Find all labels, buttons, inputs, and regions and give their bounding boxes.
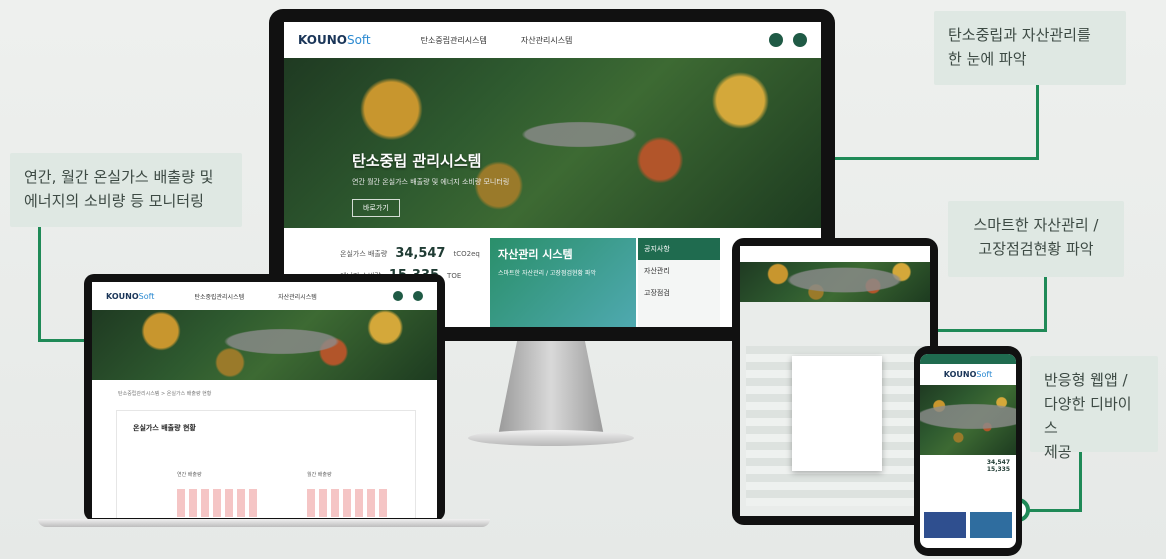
callout-text: 한 눈에 파악 xyxy=(948,50,1027,68)
tablet-nav xyxy=(740,246,930,262)
laptop-nav: KOUNOSoft 탄소중립관리시스템 자산관리시스템 xyxy=(92,282,437,310)
phone-screen: KOUNOSoft 34,547 15,335 xyxy=(920,354,1016,548)
nav-asset[interactable]: 자산관리시스템 xyxy=(278,292,317,301)
callout-text: 에너지의 소비량 등 모니터링 xyxy=(24,192,204,210)
connector-line xyxy=(1044,276,1047,332)
side-panel-item[interactable]: 자산관리 xyxy=(638,260,720,282)
hero-image: 탄소중립 관리시스템 연간 월간 온실가스 배출량 및 에너지 소비량 모니터링… xyxy=(284,58,821,228)
tablet-modal xyxy=(792,356,882,471)
logo: KOUNOSoft xyxy=(943,370,993,379)
stat-label: 온실가스 배출량 xyxy=(340,249,388,258)
callout-text: 다양한 디바이스 xyxy=(1044,395,1132,437)
user-icon[interactable] xyxy=(393,291,403,301)
tablet-hero xyxy=(740,262,930,302)
callout-text: 제공 xyxy=(1044,443,1072,461)
monitor-nav: KOUNOSoft 탄소중립관리시스템 자산관리시스템 xyxy=(284,22,821,58)
hero-title: 탄소중립 관리시스템 xyxy=(352,152,482,170)
chart-bars xyxy=(307,489,387,517)
monitor-stand xyxy=(498,341,604,436)
logo[interactable]: KOUNOSoft xyxy=(106,292,154,301)
connector-line xyxy=(1036,83,1039,159)
callout-text: 스마트한 자산관리 / xyxy=(973,216,1099,234)
tablet-screen xyxy=(740,246,930,516)
content-box: 온실가스 배출량 현황 연간 배출량 월간 배출량 xyxy=(116,410,416,518)
laptop-base xyxy=(38,519,490,527)
callout-bottom-right: 반응형 웹앱 / 다양한 디바이스 제공 xyxy=(1030,356,1158,461)
asset-card[interactable]: 자산관리 시스템 스마트한 자산관리 / 고장점검현황 파악 xyxy=(490,238,636,327)
callout-mid-right: 스마트한 자산관리 / 고장점검현황 파악 xyxy=(948,201,1124,277)
nav-asset[interactable]: 자산관리시스템 xyxy=(521,35,573,46)
asset-card-subtitle: 스마트한 자산관리 / 고장점검현황 파악 xyxy=(498,270,596,277)
settings-icon[interactable] xyxy=(413,291,423,301)
callout-left: 연간, 월간 온실가스 배출량 및 에너지의 소비량 등 모니터링 xyxy=(10,153,242,227)
breadcrumb: 탄소중립관리시스템 > 온실가스 배출량 현황 xyxy=(118,391,212,397)
phone-hero xyxy=(920,385,1016,455)
stat-value: 34,547 xyxy=(395,246,446,261)
callout-text: 고장점검현황 파악 xyxy=(978,240,1094,258)
callout-text: 연간, 월간 온실가스 배출량 및 xyxy=(24,168,214,186)
callout-text: 탄소중립과 자산관리를 xyxy=(948,26,1091,44)
hero-subtitle: 연간 월간 온실가스 배출량 및 에너지 소비량 모니터링 xyxy=(352,178,510,186)
side-panel: 공지사항 자산관리 고장점검 xyxy=(638,238,720,327)
asset-card-title: 자산관리 시스템 xyxy=(498,248,573,261)
laptop-screen: KOUNOSoft 탄소중립관리시스템 자산관리시스템 탄소중립관리시스템 > … xyxy=(92,282,437,518)
phone-card[interactable] xyxy=(924,512,966,538)
nav-carbon[interactable]: 탄소중립관리시스템 xyxy=(194,292,244,301)
phone-stat: 15,335 xyxy=(986,466,1010,473)
side-panel-header[interactable]: 공지사항 xyxy=(638,238,720,260)
phone-stat: 34,547 xyxy=(986,459,1010,466)
chart-label: 연간 배출량 xyxy=(177,472,202,478)
callout-top-right: 탄소중립과 자산관리를 한 눈에 파악 xyxy=(934,11,1126,85)
monitor-base xyxy=(468,430,634,446)
user-icon[interactable] xyxy=(769,33,783,47)
chart-label: 월간 배출량 xyxy=(307,472,332,478)
logo[interactable]: KOUNOSoft xyxy=(298,33,371,47)
stat-unit: TOE xyxy=(447,271,462,280)
section-title: 온실가스 배출량 현황 xyxy=(133,424,196,432)
settings-icon[interactable] xyxy=(793,33,807,47)
phone-card[interactable] xyxy=(970,512,1012,538)
side-panel-item[interactable]: 고장점검 xyxy=(638,282,720,304)
hero-button[interactable]: 바로가기 xyxy=(352,199,400,217)
connector-line xyxy=(38,226,41,342)
nav-carbon[interactable]: 탄소중립관리시스템 xyxy=(421,35,487,46)
stat-unit: tCO2eq xyxy=(453,249,480,258)
laptop-hero xyxy=(92,310,437,380)
connector-line xyxy=(822,157,1039,160)
chart-bars xyxy=(177,489,257,517)
phone-statusbar xyxy=(920,354,1016,364)
callout-text: 반응형 웹앱 / xyxy=(1044,371,1128,389)
